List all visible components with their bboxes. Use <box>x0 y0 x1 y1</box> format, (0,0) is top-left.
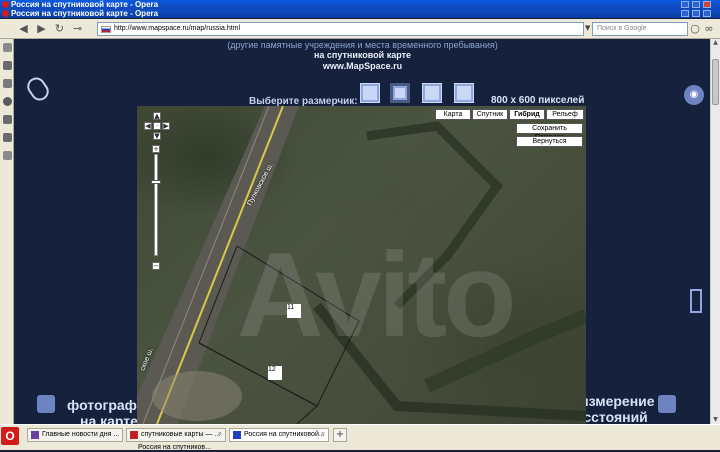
tab-satellite-maps[interactable]: спутниковые карты — ... × <box>126 428 226 442</box>
tab-close-icon[interactable]: × <box>321 429 325 441</box>
tab-news-icon <box>31 431 39 439</box>
zoom-slider-track[interactable] <box>154 154 158 256</box>
plot-label-11: 11 <box>287 304 295 311</box>
tab-title: Россия на спутниковой карте - Opera <box>11 9 159 18</box>
tab-close-icon[interactable]: × <box>218 429 222 441</box>
side-panel <box>0 39 14 424</box>
side-toggle-icon[interactable] <box>690 289 702 313</box>
plot-marker-11[interactable]: 11 <box>287 304 301 318</box>
transfers-panel-icon[interactable] <box>3 115 12 124</box>
tab-russia-map[interactable]: Россия на спутниковой... × <box>229 428 329 442</box>
page-content: (другие памятные учреждения и места врем… <box>15 39 710 424</box>
windows-panel-icon[interactable] <box>3 151 12 160</box>
close-button[interactable] <box>703 1 711 8</box>
maximize-button[interactable] <box>692 1 700 8</box>
map-type-hybrid[interactable]: Гибрид <box>509 109 545 120</box>
watermark: Avito <box>237 228 517 362</box>
pan-left-icon[interactable]: ◀ <box>144 122 152 130</box>
search-input[interactable]: Поиск в Google <box>592 22 688 36</box>
scroll-thumb[interactable] <box>712 59 719 105</box>
zoom-control: ▲ ◀ · ▶ ▼ + − <box>144 112 170 272</box>
size-option-large[interactable] <box>422 83 442 103</box>
zoom-out-icon[interactable]: − <box>152 262 160 270</box>
pan-down-icon[interactable]: ▼ <box>153 132 161 140</box>
title-bar-primary: Россия на спутниковой карте - Opera <box>0 0 720 9</box>
opera-window: Россия на спутниковой карте - Opera Росс… <box>0 0 720 452</box>
size-option-medium[interactable] <box>390 83 410 103</box>
opera-menu-icon[interactable]: O <box>1 427 19 445</box>
tab-satellite-maps-icon <box>130 431 138 439</box>
ruler-icon[interactable] <box>658 395 676 413</box>
zoom-in-icon[interactable]: + <box>152 145 160 153</box>
plot-marker-12[interactable]: 12 <box>268 366 282 380</box>
page-subtitle: (другие памятные учреждения и места врем… <box>227 40 498 50</box>
new-tab-button[interactable]: + <box>333 428 347 442</box>
forward-arrow-icon[interactable]: ▶ <box>34 22 49 36</box>
measure-link[interactable]: измерение <box>580 393 655 409</box>
pan-center-icon[interactable]: · <box>153 122 161 130</box>
satellite-map[interactable]: Avito Пулковское ш. ское ш. 11 12 Карта … <box>137 106 586 424</box>
size-value: 800 x 600 пикселей <box>491 95 585 106</box>
map-type-relief[interactable]: Рельеф <box>546 109 584 120</box>
zoom-slider-thumb[interactable] <box>151 180 161 184</box>
search-placeholder: Поиск в Google <box>597 25 647 32</box>
restore-tab-button[interactable] <box>692 10 700 17</box>
search-go-icon[interactable]: ○ <box>689 22 701 36</box>
address-text: http://www.mapspace.ru/map/russia.html <box>114 25 241 32</box>
sand-area <box>152 371 242 421</box>
tab-bar: O Главные новости дня ... спутниковые ка… <box>0 424 720 452</box>
minimize-tab-button[interactable] <box>681 10 689 17</box>
tab-russia-map-label: Россия на спутниковой... <box>244 431 325 438</box>
opera-icon <box>2 1 9 8</box>
key-icon[interactable]: ⊸ <box>70 22 85 36</box>
plot-label-12: 12 <box>268 366 276 373</box>
tab-russia-map-icon <box>233 431 241 439</box>
window-title: Россия на спутниковой карте - Opera <box>11 0 159 9</box>
map-type-satellite[interactable]: Спутник <box>472 109 508 120</box>
save-position-button[interactable]: Сохранить Позицию <box>516 123 583 141</box>
scroll-down-icon[interactable]: ▼ <box>711 416 720 424</box>
minimize-button[interactable] <box>681 1 689 8</box>
size-option-xlarge[interactable] <box>454 83 474 103</box>
second-row-tab[interactable]: Россия на спутников... <box>128 444 211 452</box>
links-panel-icon[interactable] <box>3 133 12 142</box>
pan-up-icon[interactable]: ▲ <box>153 112 161 120</box>
notes-panel-icon[interactable] <box>3 79 12 88</box>
camera-icon[interactable] <box>37 395 55 413</box>
back-arrow-icon[interactable]: ◀ <box>16 22 31 36</box>
navigation-toolbar: ◀ ▶ ↻ ⊸ http://www.mapspace.ru/map/russi… <box>0 19 720 39</box>
site-flag-icon <box>101 26 111 33</box>
reload-icon[interactable]: ↻ <box>52 22 67 36</box>
map-type-map[interactable]: Карта <box>435 109 471 120</box>
address-bar[interactable]: http://www.mapspace.ru/map/russia.html <box>97 22 678 36</box>
paperclip-icon[interactable] <box>23 74 53 104</box>
bookmarks-panel-icon[interactable] <box>3 43 12 52</box>
opera-icon <box>2 10 9 17</box>
site-link[interactable]: www.MapSpace.ru <box>15 61 710 71</box>
title-bar-secondary: Россия на спутниковой карте - Opera <box>0 9 720 18</box>
binoculars-icon[interactable]: ∞ <box>703 22 715 36</box>
go-back-button[interactable]: Вернуться <box>516 136 583 147</box>
size-option-small[interactable] <box>360 83 380 103</box>
photos-on-map-link-2[interactable]: на карте <box>80 413 138 424</box>
close-tab-button[interactable] <box>703 10 711 17</box>
history-panel-icon[interactable] <box>3 97 12 106</box>
scroll-up-icon[interactable]: ▲ <box>711 39 720 47</box>
widgets-panel-icon[interactable] <box>3 61 12 70</box>
rss-subscribe-icon[interactable]: ◉ <box>684 85 704 105</box>
pan-right-icon[interactable]: ▶ <box>162 122 170 130</box>
photos-on-map-link[interactable]: фотографи <box>67 397 146 413</box>
tab-news-label: Главные новости дня ... <box>42 431 120 438</box>
page-heading: на спутниковой карте <box>313 50 411 60</box>
tab-satellite-maps-label: спутниковые карты — ... <box>141 431 221 438</box>
vertical-scrollbar[interactable]: ▲ ▼ <box>710 39 720 424</box>
tab-news[interactable]: Главные новости дня ... <box>27 428 123 442</box>
